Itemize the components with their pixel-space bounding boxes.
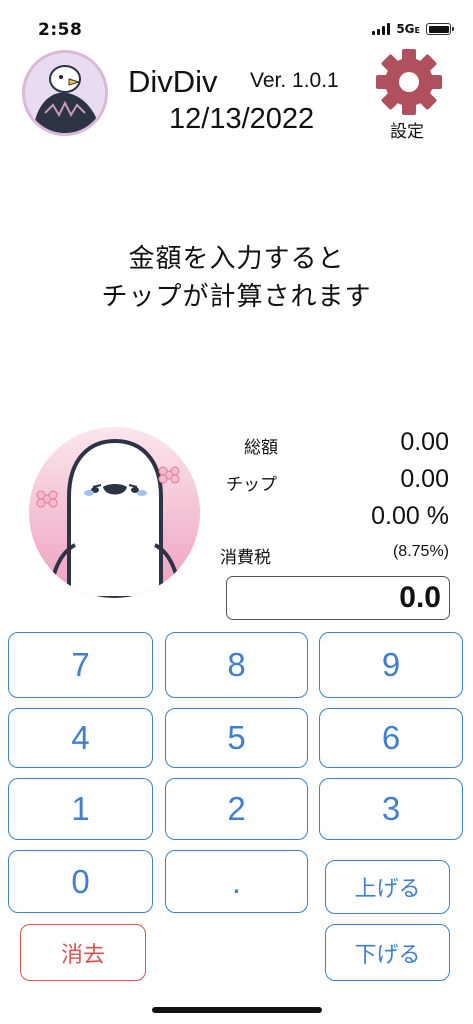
key-5[interactable]: 5	[165, 708, 308, 768]
lower-button[interactable]: 下げる	[325, 924, 450, 981]
app-version: Ver. 1.0.1	[250, 69, 339, 92]
home-indicator	[152, 1007, 322, 1013]
settings-label[interactable]: 設定	[390, 117, 424, 142]
total-label: 総額	[244, 438, 278, 458]
key-0[interactable]: 0	[8, 850, 153, 913]
key-decimal[interactable]: .	[165, 850, 308, 913]
tip-value: 0.00	[400, 465, 449, 493]
status-time: 2:58	[38, 20, 83, 40]
current-date: 12/13/2022	[169, 103, 315, 135]
amount-input[interactable]: 0.0	[226, 576, 450, 620]
tip-label: チップ	[226, 475, 277, 495]
key-3[interactable]: 3	[319, 778, 463, 840]
instruction-text: 金額を入力すると チップが計算されます	[0, 240, 473, 316]
key-6[interactable]: 6	[319, 708, 463, 768]
key-2[interactable]: 2	[165, 778, 308, 840]
settings-gear-icon[interactable]	[374, 49, 444, 115]
clear-button[interactable]: 消去	[20, 924, 146, 981]
instruction-line-2: チップが計算されます	[101, 282, 372, 312]
network-type: 5GE	[396, 22, 420, 36]
mascot-image	[29, 427, 200, 598]
tax-rate: (8.75%)	[392, 543, 449, 560]
instruction-line-1: 金額を入力すると	[128, 244, 345, 274]
key-7[interactable]: 7	[8, 632, 153, 698]
status-icons: 5GE	[372, 22, 454, 36]
app-avatar	[22, 50, 108, 136]
tax-label: 消費税	[220, 548, 271, 568]
signal-icon	[372, 23, 391, 35]
tip-percent: 0.00 %	[371, 502, 449, 530]
key-8[interactable]: 8	[165, 632, 308, 698]
key-9[interactable]: 9	[319, 632, 463, 698]
key-1[interactable]: 1	[8, 778, 153, 840]
app-name: DivDiv	[128, 64, 218, 99]
battery-icon	[426, 23, 454, 35]
total-value: 0.00	[400, 428, 449, 456]
raise-button[interactable]: 上げる	[325, 860, 450, 914]
key-4[interactable]: 4	[8, 708, 153, 768]
